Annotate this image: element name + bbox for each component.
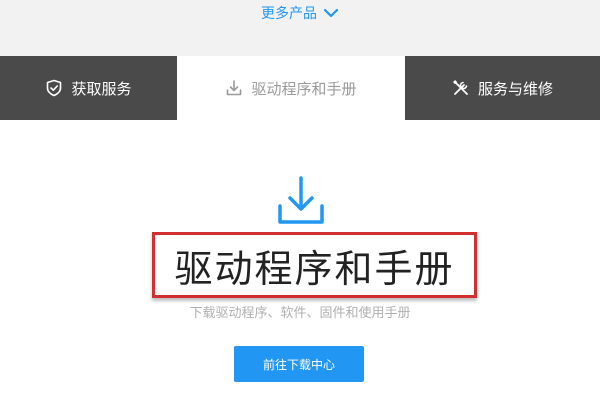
main-content: 驱动程序和手册 下载驱动程序、软件、固件和使用手册 前往下载中心 bbox=[0, 120, 600, 400]
download-icon bbox=[274, 174, 328, 228]
page-subtitle: 下载驱动程序、软件、固件和使用手册 bbox=[189, 306, 411, 321]
tools-icon bbox=[452, 79, 470, 97]
tab-label: 服务与维修 bbox=[477, 79, 553, 98]
shield-check-icon bbox=[45, 79, 63, 97]
download-icon bbox=[225, 79, 243, 97]
service-tabs: 获取服务 驱动程序和手册 服务与维修 bbox=[0, 56, 600, 120]
page-title: 驱动程序和手册 bbox=[152, 232, 477, 298]
go-to-download-center-button[interactable]: 前往下载中心 bbox=[234, 346, 364, 382]
tab-service-repair[interactable]: 服务与维修 bbox=[405, 56, 600, 120]
tab-label: 驱动程序和手册 bbox=[251, 79, 357, 98]
top-bar: 更多产品 bbox=[0, 0, 600, 56]
more-products-label: 更多产品 bbox=[261, 6, 317, 22]
tab-get-service[interactable]: 获取服务 bbox=[0, 56, 177, 120]
tab-label: 获取服务 bbox=[71, 79, 132, 98]
chevron-down-icon bbox=[323, 7, 339, 19]
tab-drivers-manuals[interactable]: 驱动程序和手册 bbox=[177, 56, 405, 120]
more-products-link[interactable]: 更多产品 bbox=[0, 2, 600, 24]
